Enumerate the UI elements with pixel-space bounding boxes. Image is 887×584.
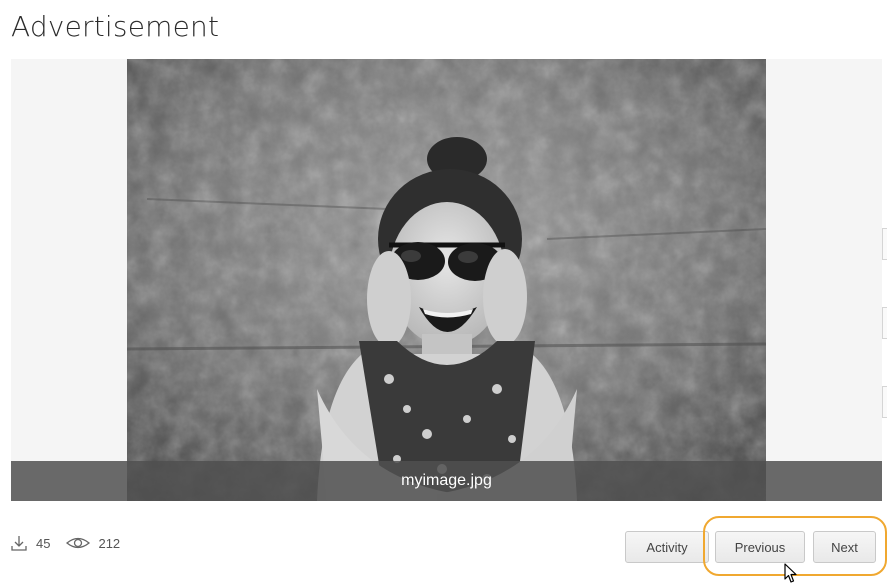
ad-image[interactable]: [127, 59, 766, 501]
eye-icon: [66, 534, 91, 552]
side-tab[interactable]: [882, 228, 887, 260]
download-icon: [10, 534, 28, 552]
views-count: 212: [98, 535, 121, 551]
image-filename: myimage.jpg: [401, 472, 492, 489]
side-tab[interactable]: [882, 386, 887, 418]
downloads-stat: 45: [10, 534, 50, 552]
activity-button[interactable]: Activity: [625, 531, 709, 563]
mouse-cursor-icon: [784, 563, 798, 584]
image-viewer: myimage.jpg: [11, 59, 882, 501]
views-stat: 212: [66, 534, 120, 552]
previous-button[interactable]: Previous: [715, 531, 805, 563]
page-title: Advertisement: [11, 10, 220, 43]
side-tab[interactable]: [882, 307, 887, 339]
downloads-count: 45: [36, 535, 51, 551]
stats-bar: 45 212: [10, 534, 136, 552]
next-button[interactable]: Next: [813, 531, 876, 563]
image-caption-bar: myimage.jpg: [11, 461, 882, 501]
